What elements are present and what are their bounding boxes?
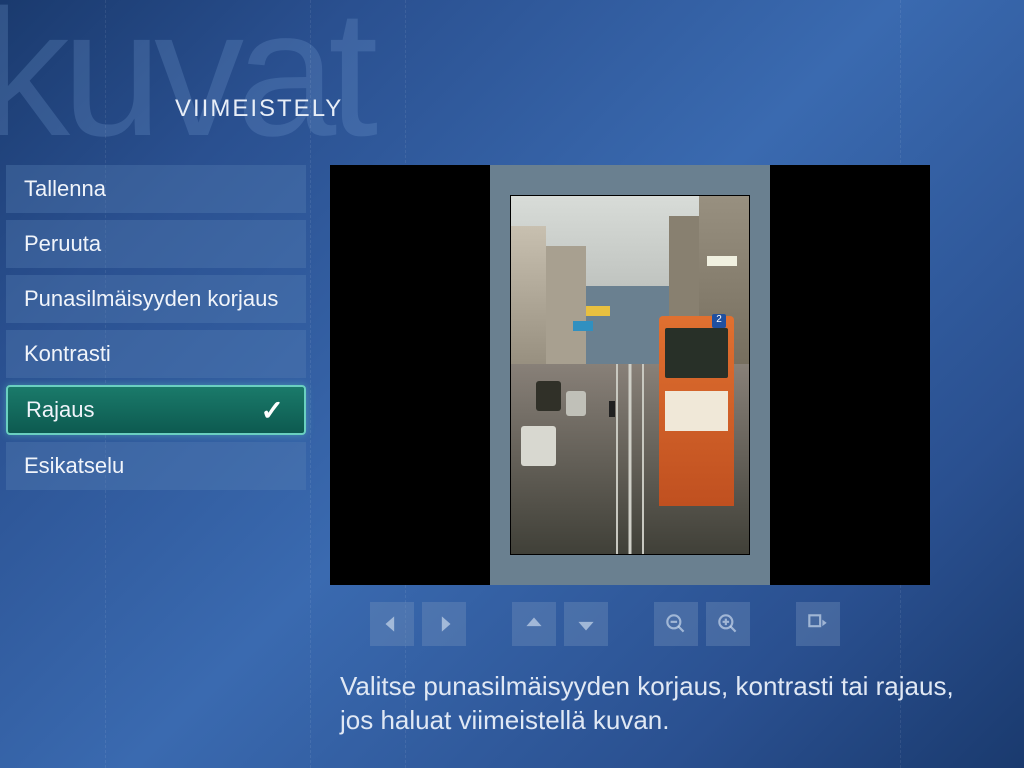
preview-area: 2 [330,165,930,585]
zoom-in-icon [715,611,741,637]
instruction-text: Valitse punasilmäisyyden korjaus, kontra… [340,670,964,738]
menu-item-save[interactable]: Tallenna [6,165,306,213]
menu-item-cancel[interactable]: Peruuta [6,220,306,268]
crop-toolbar [370,602,840,646]
sidebar-menu: Tallenna Peruuta Punasilmäisyyden korjau… [6,165,306,497]
arrow-down-icon [573,611,599,637]
pedestrian [609,401,615,417]
move-right-button[interactable] [422,602,466,646]
move-down-button[interactable] [564,602,608,646]
crop-overlay[interactable]: 2 [490,165,770,585]
zoom-in-button[interactable] [706,602,750,646]
menu-label: Kontrasti [24,341,111,367]
menu-item-redeye[interactable]: Punasilmäisyyden korjaus [6,275,306,323]
zoom-out-button[interactable] [654,602,698,646]
arrow-right-icon [431,611,457,637]
checkmark-icon: ✓ [261,394,284,427]
zoom-out-icon [663,611,689,637]
menu-label: Rajaus [26,397,94,423]
tram-number: 2 [712,314,726,328]
menu-item-preview[interactable]: Esikatselu [6,442,306,490]
rotate-button[interactable] [796,602,840,646]
page-title: VIIMEISTELY [175,95,343,123]
arrow-up-icon [521,611,547,637]
menu-label: Tallenna [24,176,106,202]
menu-label: Punasilmäisyyden korjaus [24,286,278,312]
background-watermark: kuvat [0,0,370,177]
menu-item-crop[interactable]: Rajaus ✓ [6,385,306,435]
rotate-icon [805,611,831,637]
menu-item-contrast[interactable]: Kontrasti [6,330,306,378]
preview-image: 2 [510,195,750,555]
move-left-button[interactable] [370,602,414,646]
menu-label: Esikatselu [24,453,124,479]
menu-label: Peruuta [24,231,101,257]
move-up-button[interactable] [512,602,556,646]
arrow-left-icon [379,611,405,637]
